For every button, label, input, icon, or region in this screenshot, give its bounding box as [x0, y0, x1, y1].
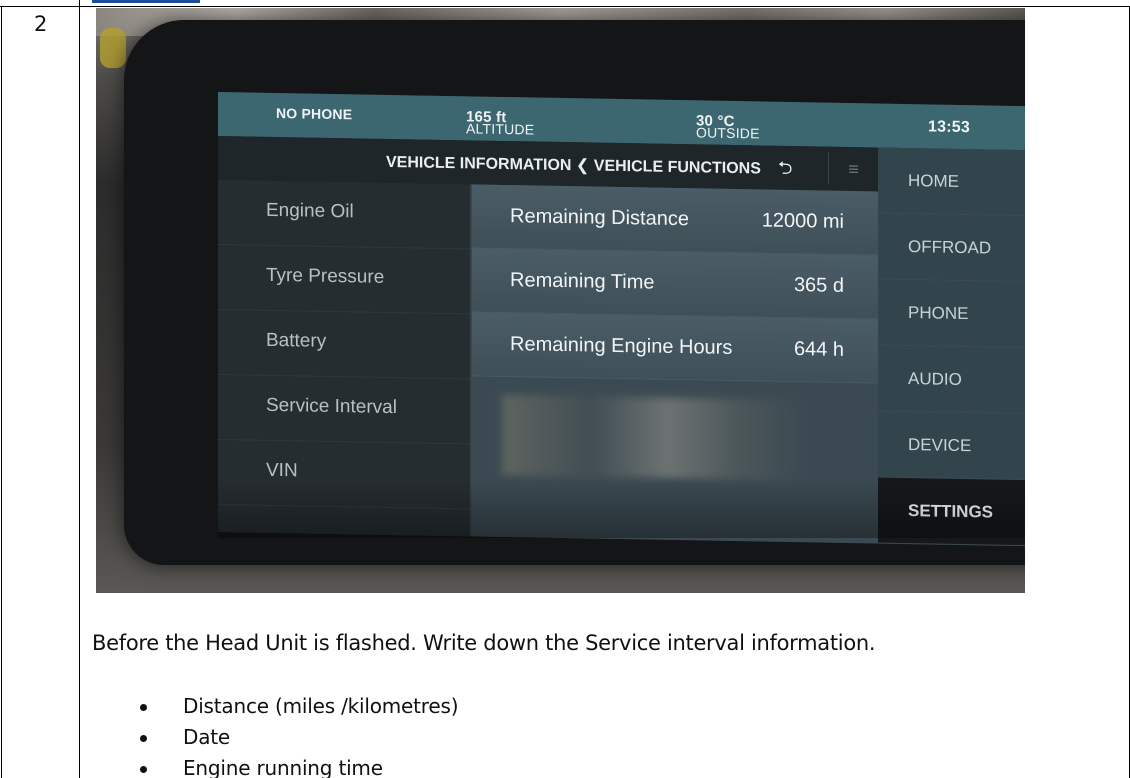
nav-settings[interactable]: SETTINGS [878, 477, 1025, 547]
head-unit-screen: NO PHONE ALTITUDE 165 ft OUTSIDE 30 °C 1… [218, 92, 1025, 547]
clock: 13:53 [928, 118, 970, 137]
bullet-list: Distance (miles /kilometres) Date Engine… [140, 694, 459, 778]
return-arrow-icon[interactable]: ⮌ [778, 156, 792, 186]
list-item: Engine running time [140, 756, 458, 778]
detail-row: Remaining Distance 12000 mi [472, 184, 878, 256]
nav-home[interactable]: HOME [878, 147, 1025, 217]
screen-glare [502, 394, 802, 481]
detail-label: Remaining Time [510, 269, 655, 294]
nav-device[interactable]: DEVICE [878, 411, 1025, 481]
hamburger-icon[interactable]: ≡ [828, 152, 878, 186]
detail-row: Remaining Engine Hours 644 h [472, 312, 878, 384]
outside-temp-readout: OUTSIDE 30 °C [696, 112, 760, 141]
detail-value: 644 h [793, 338, 844, 361]
detail-label: Remaining Distance [510, 205, 689, 231]
altitude-readout: ALTITUDE 165 ft [466, 108, 534, 137]
nav-offroad[interactable]: OFFROAD [878, 213, 1025, 283]
previous-row-link-underline [92, 0, 200, 3]
nav-audio[interactable]: AUDIO [878, 345, 1025, 415]
outside-label: OUTSIDE [696, 124, 760, 142]
instruction-text: Before the Head Unit is flashed. Write d… [92, 631, 876, 655]
vehicle-info-menu: Engine Oil Tyre Pressure Battery Service… [218, 180, 470, 537]
table-left-border [1, 6, 2, 778]
menu-item-service-interval[interactable]: Service Interval [218, 375, 470, 445]
breadcrumb-path[interactable]: VEHICLE INFORMATION ❮ VEHICLE FUNCTIONS [386, 152, 761, 179]
step-number: 2 [34, 12, 48, 36]
detail-label: Remaining Engine Hours [510, 333, 733, 359]
bullet-icon [140, 704, 147, 711]
menu-item-tyre-pressure[interactable]: Tyre Pressure [218, 245, 470, 315]
menu-item-engine-oil[interactable]: Engine Oil [218, 180, 470, 250]
list-item: Date [140, 725, 458, 756]
list-item: Distance (miles /kilometres) [140, 694, 459, 725]
menu-item-vin[interactable]: VIN [218, 440, 470, 510]
nav-phone[interactable]: PHONE [878, 279, 1025, 349]
altitude-label: ALTITUDE [466, 120, 535, 138]
bullet-icon [140, 766, 147, 773]
detail-value: 365 d [793, 274, 844, 297]
bullet-text: Distance (miles /kilometres) [183, 694, 459, 718]
bullet-text: Date [183, 725, 231, 749]
main-navigation: HOME OFFROAD PHONE AUDIO DEVICE SETTINGS [878, 147, 1025, 547]
photo-background-object [100, 28, 126, 68]
table-column-divider [79, 0, 80, 778]
bullet-icon [140, 735, 147, 742]
phone-status: NO PHONE [276, 105, 353, 123]
menu-item-battery[interactable]: Battery [218, 310, 470, 380]
table-top-border [0, 6, 1130, 7]
head-unit-photo: NO PHONE ALTITUDE 165 ft OUTSIDE 30 °C 1… [96, 8, 1025, 593]
detail-row: Remaining Time 365 d [472, 248, 878, 320]
service-interval-details: Remaining Distance 12000 mi Remaining Ti… [472, 184, 878, 544]
detail-value: 12000 mi [761, 209, 844, 233]
bullet-text: Engine running time [183, 756, 383, 778]
